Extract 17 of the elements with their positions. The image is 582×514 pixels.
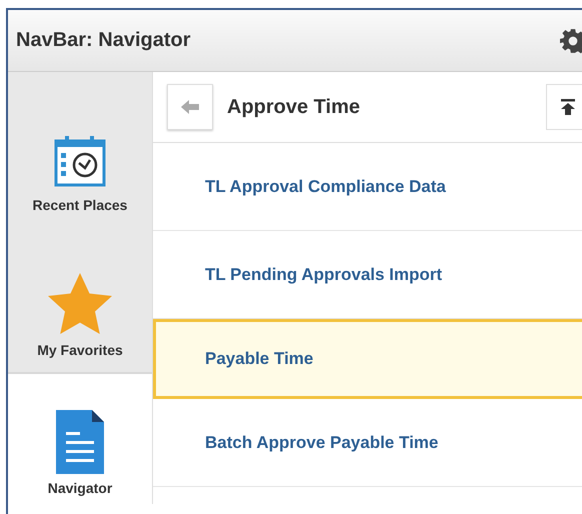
sidebar-item[interactable]: Recent Places (8, 72, 152, 227)
menu-link[interactable]: Payable Time (153, 319, 582, 399)
sidebar-label: My Favorites (37, 342, 123, 358)
sidebar-item[interactable]: My Favorites (8, 227, 152, 372)
window-title: NavBar: Navigator (16, 29, 191, 52)
sidebar-item[interactable]: Navigator (8, 372, 152, 504)
back-arrow-icon (181, 100, 199, 114)
menu-link[interactable]: TL Approval Compliance Data (153, 143, 582, 231)
menu-link[interactable]: Batch Approve Payable Time (153, 399, 582, 487)
page-title: Approve Time (227, 96, 360, 118)
document-icon (56, 410, 104, 474)
settings-icon[interactable] (560, 28, 582, 54)
calendar-clock-icon (52, 133, 108, 189)
star-icon (47, 272, 113, 334)
upload-icon (561, 99, 575, 115)
sidebar-label: Recent Places (32, 197, 128, 213)
sidebar-label: Navigator (48, 480, 112, 496)
